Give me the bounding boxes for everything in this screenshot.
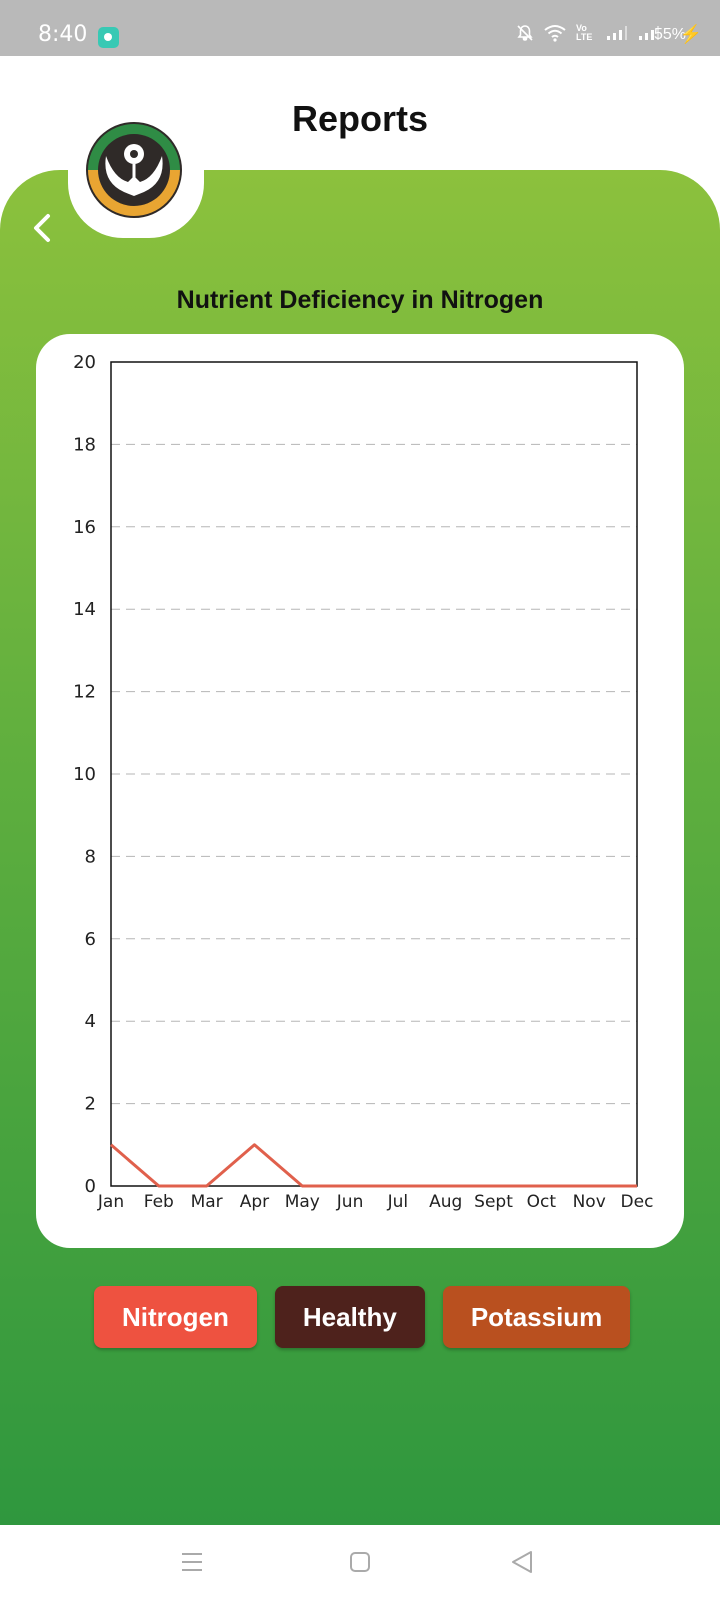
- status-bar: 8:40 Vo LTE 55% ⚡: [0, 0, 720, 56]
- nitrogen-series-line: [110, 1143, 637, 1188]
- line-chart: 0 2 4 6 8 10 12 14 16 18 20 Jan Feb Mar Apr May Jun Jul Au…: [73, 352, 654, 1212]
- x-tick-label: Jul: [387, 1192, 409, 1212]
- app-logo: [86, 122, 182, 218]
- battery-charging-icon: ⚡: [679, 24, 702, 44]
- y-tick-label: 4: [85, 1011, 96, 1032]
- wifi-icon: [544, 25, 566, 42]
- y-tick-label: 12: [73, 682, 96, 703]
- y-tick-label: 2: [85, 1094, 96, 1115]
- x-tick-label: Dec: [621, 1192, 654, 1212]
- x-tick-label: May: [285, 1192, 320, 1212]
- y-tick-label: 10: [73, 764, 96, 785]
- y-tick-label: 0: [85, 1176, 96, 1197]
- x-tick-label: Jan: [97, 1192, 124, 1212]
- menu-icon[interactable]: [180, 1551, 204, 1573]
- y-tick-label: 16: [73, 517, 96, 538]
- system-nav-bar: [0, 1525, 720, 1600]
- nitrogen-button[interactable]: Nitrogen: [94, 1286, 257, 1348]
- x-tick-label: Feb: [144, 1192, 174, 1212]
- healthy-button[interactable]: Healthy: [274, 1286, 425, 1348]
- back-nav-icon[interactable]: [510, 1549, 534, 1575]
- legend-buttons: Nitrogen Healthy Potassium: [94, 1286, 631, 1348]
- x-tick-label: Sept: [474, 1192, 513, 1212]
- x-tick-label: Jun: [336, 1192, 364, 1212]
- x-tick-label: Oct: [527, 1192, 557, 1212]
- x-tick-label: Mar: [191, 1192, 223, 1212]
- status-time: 8:40: [38, 22, 88, 47]
- potassium-button[interactable]: Potassium: [442, 1286, 631, 1348]
- back-button[interactable]: [26, 208, 58, 248]
- notification-app-icon: [98, 27, 119, 48]
- home-icon[interactable]: [349, 1551, 371, 1573]
- volte-icon: Vo LTE: [576, 23, 593, 42]
- x-tick-label: Apr: [240, 1192, 269, 1212]
- y-tick-label: 20: [73, 352, 96, 373]
- status-icons: Vo LTE: [516, 24, 660, 42]
- x-tick-label: Aug: [429, 1192, 462, 1212]
- signal-icon: [607, 26, 627, 40]
- y-tick-label: 14: [73, 599, 96, 620]
- y-tick-label: 8: [85, 846, 96, 867]
- y-tick-label: 18: [73, 434, 96, 455]
- mute-icon: [517, 25, 533, 41]
- y-tick-label: 6: [85, 929, 96, 950]
- x-tick-label: Nov: [573, 1192, 606, 1212]
- chart-title: Nutrient Deficiency in Nitrogen: [176, 286, 544, 314]
